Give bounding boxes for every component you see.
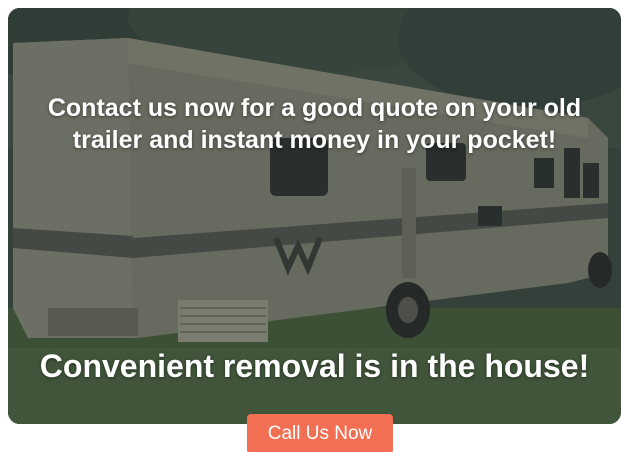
hero-banner: Contact us now for a good quote on your … [8,8,621,424]
headline-line-2: trailer and instant money in your pocket… [72,126,557,154]
hero-headline: Contact us now for a good quote on your … [8,92,621,156]
hero-tagline: Convenient removal is in the house! [39,348,590,384]
call-us-now-button[interactable]: Call Us Now [247,414,393,452]
page: Contact us now for a good quote on your … [0,0,621,452]
headline-line-1: Contact us now for a good quote on your … [47,94,582,122]
